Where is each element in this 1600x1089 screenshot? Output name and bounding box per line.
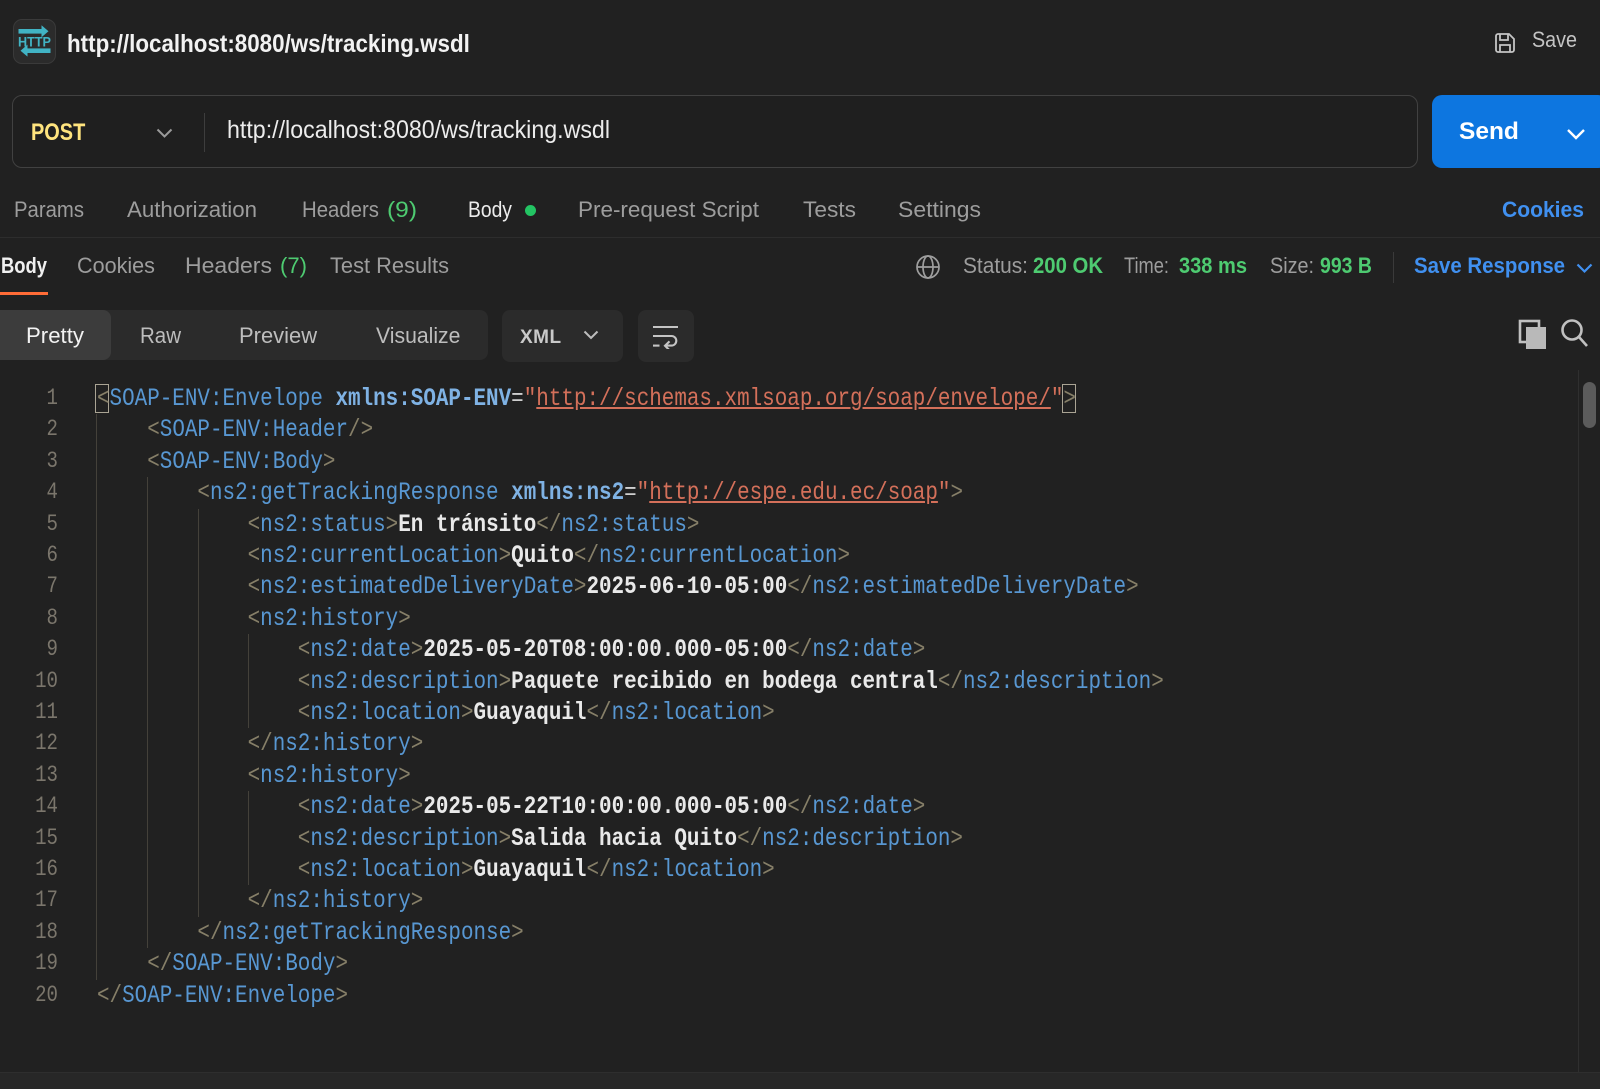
svg-text:HTTP: HTTP [18,34,51,50]
